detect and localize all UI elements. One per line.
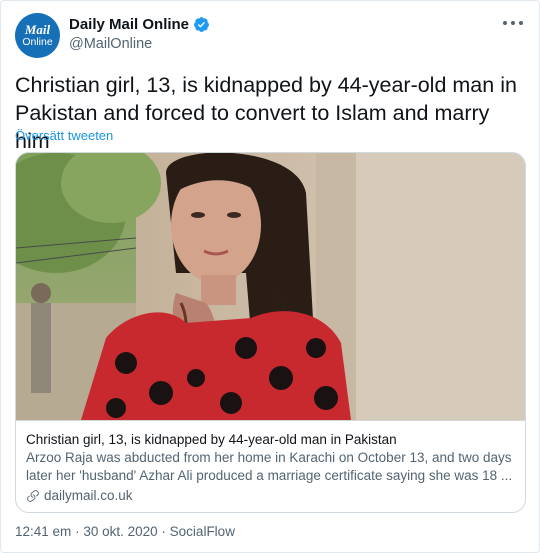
- tweet-header: Mail Online Daily Mail Online @MailOnlin…: [15, 13, 527, 61]
- card-domain-row: dailymail.co.uk: [26, 488, 517, 503]
- translate-tweet-link[interactable]: Översätt tweeten: [15, 128, 113, 143]
- avatar-text-online: Online: [22, 36, 53, 49]
- separator: ·: [75, 524, 80, 539]
- card-description: Arzoo Raja was abducted from her home in…: [26, 450, 513, 483]
- separator: ·: [161, 524, 166, 539]
- avatar-text-mail: Mail: [24, 22, 51, 38]
- tweet-date[interactable]: 30 okt. 2020: [83, 524, 157, 539]
- tweet-footer: 12:41 em · 30 okt. 2020 · SocialFlow: [15, 524, 235, 539]
- dot: [511, 21, 515, 25]
- tweet-time[interactable]: 12:41 em: [15, 524, 71, 539]
- tweet-card: Mail Online Daily Mail Online @MailOnlin…: [0, 0, 540, 553]
- photo-girl-portrait-icon: [16, 153, 525, 420]
- more-options-icon[interactable]: [503, 15, 523, 31]
- account-handle[interactable]: @MailOnline: [69, 36, 210, 52]
- dot: [519, 21, 523, 25]
- display-name[interactable]: Daily Mail Online: [69, 16, 189, 33]
- link-preview-card[interactable]: Christian girl, 13, is kidnapped by 44-y…: [15, 152, 526, 513]
- link-icon: [27, 489, 39, 502]
- card-meta[interactable]: Christian girl, 13, is kidnapped by 44-y…: [16, 420, 525, 512]
- tweet-source[interactable]: SocialFlow: [170, 524, 235, 539]
- card-domain: dailymail.co.uk: [44, 488, 133, 503]
- dot: [503, 21, 507, 25]
- verified-badge-icon: [194, 17, 209, 32]
- card-image[interactable]: [16, 153, 525, 420]
- avatar[interactable]: Mail Online: [15, 13, 60, 58]
- author-block: Daily Mail Online @MailOnline: [69, 16, 210, 52]
- card-title: Christian girl, 13, is kidnapped by 44-y…: [26, 432, 397, 447]
- display-name-row: Daily Mail Online: [69, 16, 210, 33]
